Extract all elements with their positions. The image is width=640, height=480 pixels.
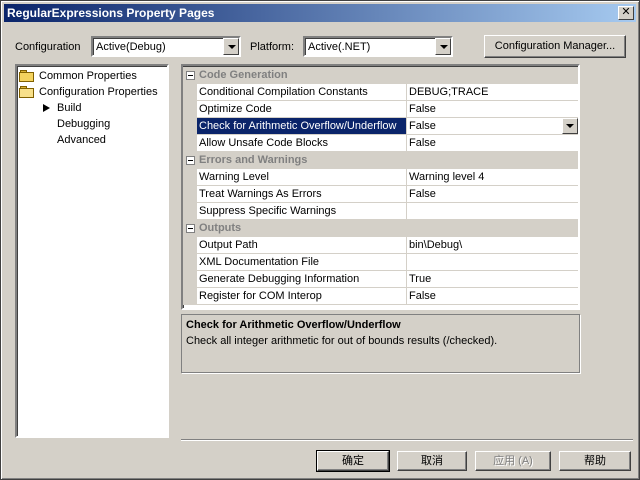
property-value[interactable]: Warning level 4 xyxy=(407,169,578,186)
category-title: Code Generation xyxy=(199,69,288,81)
tree-item-debugging[interactable]: Debugging xyxy=(17,116,137,132)
description-title: Check for Arithmetic Overflow/Underflow xyxy=(186,319,401,331)
tree-item-build[interactable]: Build xyxy=(17,100,137,116)
platform-dropdown[interactable]: Active(.NET) xyxy=(303,36,453,57)
property-value[interactable]: bin\Debug\ xyxy=(407,237,578,254)
category-title: Errors and Warnings xyxy=(199,154,308,166)
divider xyxy=(181,439,633,441)
ok-button[interactable]: 确定 xyxy=(316,450,390,472)
collapse-icon[interactable] xyxy=(186,156,195,165)
window-title: RegularExpressions Property Pages xyxy=(7,6,215,20)
cancel-button[interactable]: 取消 xyxy=(397,451,467,471)
tree-item-label: Configuration Properties xyxy=(39,86,158,98)
tree-item-label: Advanced xyxy=(57,134,106,146)
property-name: Allow Unsafe Code Blocks xyxy=(197,135,407,152)
configuration-label: Configuration xyxy=(15,41,81,53)
row-gutter xyxy=(183,84,197,101)
property-name: Check for Arithmetic Overflow/Underflow xyxy=(197,118,407,135)
property-pages-window: RegularExpressions Property Pages ✕ Conf… xyxy=(0,0,640,480)
platform-label: Platform: xyxy=(250,41,295,53)
property-row[interactable]: Allow Unsafe Code Blocks False xyxy=(183,135,578,152)
platform-value: Active(.NET) xyxy=(308,41,371,53)
row-gutter xyxy=(183,203,197,220)
property-row-selected[interactable]: Check for Arithmetic Overflow/Underflow … xyxy=(183,118,578,135)
close-icon[interactable]: ✕ xyxy=(618,6,634,20)
property-value[interactable]: DEBUG;TRACE xyxy=(407,84,578,101)
row-gutter xyxy=(183,118,197,135)
property-name: Register for COM Interop xyxy=(197,288,407,305)
property-name: Optimize Code xyxy=(197,101,407,118)
property-name: Output Path xyxy=(197,237,407,254)
chevron-down-icon[interactable] xyxy=(223,38,239,55)
property-name: Conditional Compilation Constants xyxy=(197,84,407,101)
property-row[interactable]: Treat Warnings As Errors False xyxy=(183,186,578,203)
property-value[interactable] xyxy=(407,254,578,271)
property-value[interactable] xyxy=(407,203,578,220)
property-value[interactable]: False xyxy=(407,186,578,203)
property-row[interactable]: Warning Level Warning level 4 xyxy=(183,169,578,186)
title-bar: RegularExpressions Property Pages ✕ xyxy=(4,4,636,22)
help-button[interactable]: 帮助 xyxy=(559,451,631,471)
tree-item-advanced[interactable]: Advanced xyxy=(17,132,137,148)
tree-item-label: Build xyxy=(57,102,82,114)
property-value[interactable]: False xyxy=(407,135,578,152)
chevron-down-icon[interactable] xyxy=(435,38,451,55)
row-gutter xyxy=(183,186,197,203)
property-row[interactable]: Conditional Compilation Constants DEBUG;… xyxy=(183,84,578,101)
property-value[interactable]: False xyxy=(407,288,578,305)
property-row[interactable]: Output Path bin\Debug\ xyxy=(183,237,578,254)
settings-tree: Common Properties Configuration Properti… xyxy=(15,64,169,438)
tree-item-label: Debugging xyxy=(57,118,111,130)
tree-item-label: Common Properties xyxy=(39,70,137,82)
folder-icon xyxy=(19,70,35,82)
collapse-icon[interactable] xyxy=(186,224,195,233)
apply-button[interactable]: 应用 (A) xyxy=(475,451,551,471)
property-value-dropdown[interactable]: False xyxy=(407,118,578,135)
arrow-right-icon xyxy=(43,104,50,112)
row-gutter xyxy=(183,135,197,152)
property-grid: Code Generation Conditional Compilation … xyxy=(181,64,580,310)
collapse-icon[interactable] xyxy=(186,71,195,80)
category-outputs[interactable]: Outputs xyxy=(183,220,578,237)
row-gutter xyxy=(183,101,197,118)
row-gutter xyxy=(183,288,197,305)
configuration-value: Active(Debug) xyxy=(96,41,166,53)
description-panel: Check for Arithmetic Overflow/Underflow … xyxy=(181,314,580,373)
property-row[interactable]: XML Documentation File xyxy=(183,254,578,271)
description-text: Check all integer arithmetic for out of … xyxy=(186,335,498,347)
property-row[interactable]: Suppress Specific Warnings xyxy=(183,203,578,220)
open-folder-icon xyxy=(19,86,35,98)
chevron-down-icon[interactable] xyxy=(562,118,578,134)
property-row[interactable]: Optimize Code False xyxy=(183,101,578,118)
row-gutter xyxy=(183,254,197,271)
property-row[interactable]: Register for COM Interop False xyxy=(183,288,578,305)
row-gutter xyxy=(183,271,197,288)
row-gutter xyxy=(183,169,197,186)
property-value[interactable]: False xyxy=(407,101,578,118)
property-name: Generate Debugging Information xyxy=(197,271,407,288)
property-name: Treat Warnings As Errors xyxy=(197,186,407,203)
category-errors-and-warnings[interactable]: Errors and Warnings xyxy=(183,152,578,169)
property-row[interactable]: Generate Debugging Information True xyxy=(183,271,578,288)
row-gutter xyxy=(183,237,197,254)
configuration-dropdown[interactable]: Active(Debug) xyxy=(91,36,241,57)
property-name: Warning Level xyxy=(197,169,407,186)
property-value: False xyxy=(409,120,436,132)
property-name: XML Documentation File xyxy=(197,254,407,271)
property-name: Suppress Specific Warnings xyxy=(197,203,407,220)
category-code-generation[interactable]: Code Generation xyxy=(183,67,578,84)
configuration-manager-button[interactable]: Configuration Manager... xyxy=(484,35,626,58)
category-title: Outputs xyxy=(199,222,242,234)
property-value[interactable]: True xyxy=(407,271,578,288)
